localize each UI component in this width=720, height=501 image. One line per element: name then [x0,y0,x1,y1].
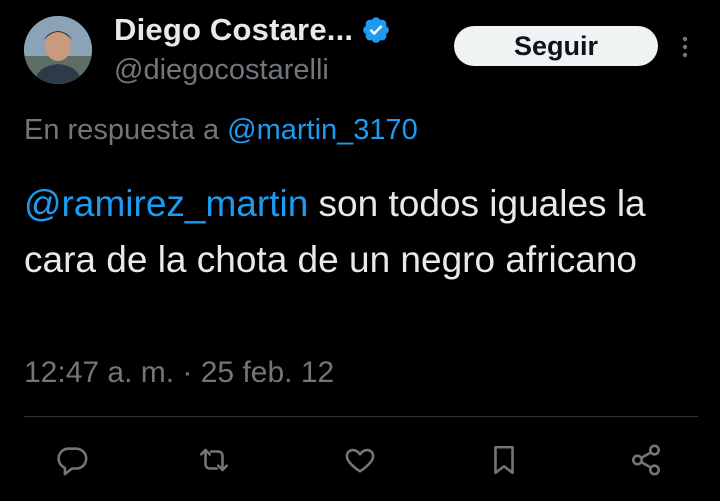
more-vertical-icon[interactable] [676,34,694,60]
reply-prefix: En respuesta a [24,114,228,146]
reply-icon [57,447,88,476]
user-handle[interactable]: @diegocostarelli [114,54,329,87]
reply-button[interactable] [50,438,94,482]
share-icon [631,444,661,476]
reply-mention-link[interactable]: @martin_3170 [227,114,418,146]
action-bar [0,438,720,482]
verified-badge-icon [363,17,390,43]
heart-icon [345,448,375,473]
reply-context: En respuesta a @martin_3170 [24,114,418,147]
name-row: Diego Costare... [114,10,391,50]
tweet-text: @ramirez_martin son todos iguales la car… [24,176,684,288]
retweet-icon [199,448,229,472]
tweet-mention-link[interactable]: @ramirez_martin [24,183,308,224]
display-name[interactable]: Diego Costare... [114,12,353,48]
bookmark-button[interactable] [482,438,526,482]
retweet-button[interactable] [192,438,236,482]
divider [24,416,698,417]
share-button[interactable] [624,438,668,482]
like-button[interactable] [338,438,382,482]
avatar[interactable] [24,16,92,84]
tweet-timestamp[interactable]: 12:47 a. m. · 25 feb. 12 [24,356,334,390]
follow-button[interactable]: Seguir [454,26,658,66]
bookmark-icon [494,445,514,475]
